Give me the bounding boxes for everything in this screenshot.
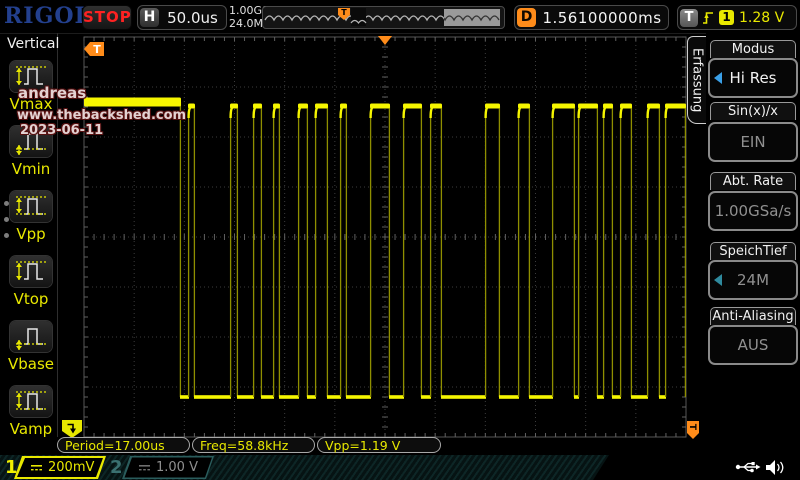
channel1-position-marker[interactable] <box>62 420 82 438</box>
menu-value-abt-rate: 1.00GSa/s <box>715 202 792 220</box>
channel1-scale-box[interactable]: 200mV <box>14 456 106 479</box>
measure-label-vpp: Vpp <box>4 225 58 243</box>
timebase-h-badge: H <box>140 8 159 27</box>
trigger-source-badge: 1 <box>719 10 734 25</box>
timebase-value: 50.0us <box>159 9 226 27</box>
channel2-scale-box[interactable]: 1.00 V <box>122 456 214 479</box>
dc-coupling-icon <box>138 462 151 474</box>
channel2-number[interactable]: 2 <box>110 457 123 478</box>
measurement-freq: Freq=58.8kHz <box>192 437 315 453</box>
measure-label-vbase: Vbase <box>4 355 58 373</box>
trigger-position-marker[interactable] <box>378 36 392 45</box>
measure-item-vamp[interactable] <box>10 386 52 417</box>
measure-item-vpp[interactable] <box>10 191 52 222</box>
measure-label-vtop: Vtop <box>4 290 58 308</box>
menu-value-speichtief: 24M <box>737 271 769 289</box>
trigger-level-marker[interactable]: T <box>687 421 699 439</box>
watermark-name: andreas <box>18 84 86 102</box>
channel2-scale: 1.00 V <box>156 460 198 475</box>
rising-edge-icon <box>701 9 715 26</box>
left-arrow-icon <box>714 72 722 84</box>
menu-header-modus: Modus <box>710 40 796 58</box>
menu-header-sinx: Sin(x)/x <box>710 102 796 120</box>
measurement-period: Period=17.00us <box>57 437 190 453</box>
menu-button-modus[interactable]: Hi Res <box>708 58 798 98</box>
usb-icon <box>735 460 761 474</box>
oscilloscope-screen: RIGOL STOP H 50.0us 1.00GSa/s 24.0M pts … <box>0 0 800 480</box>
menu-header-anti-aliasing: Anti-Aliasing <box>710 307 796 325</box>
rigol-logo: RIGOL <box>4 3 91 29</box>
sound-icon <box>765 459 785 476</box>
svg-text:T: T <box>687 424 697 431</box>
trigger-t-badge: T <box>680 9 698 27</box>
watermark-date: 2023-06-11 <box>20 123 103 138</box>
menu-button-abt-rate[interactable]: 1.00GSa/s <box>708 191 798 231</box>
menu-header-speichtief: SpeichTief <box>710 242 796 260</box>
menu-button-speichtief[interactable]: 24M <box>708 260 798 300</box>
menu-header-abt-rate: Abt. Rate <box>710 172 796 190</box>
horizontal-timebase-box[interactable]: H 50.0us <box>137 5 227 30</box>
channel1-scale: 200mV <box>48 460 94 475</box>
left-menu-title: Vertical <box>7 36 59 52</box>
measurement-vpp: Vpp=1.19 V <box>317 437 441 453</box>
top-status-bar: RIGOL STOP H 50.0us 1.00GSa/s 24.0M pts … <box>0 0 800 34</box>
measure-label-vmin: Vmin <box>4 160 58 178</box>
measure-item-vbase[interactable] <box>10 321 52 352</box>
watermark-url: www.thebackshed.com <box>17 108 186 123</box>
page-dot-3 <box>4 233 9 238</box>
memory-waveform-icon: T <box>263 7 502 28</box>
waveform-display: TT <box>58 33 700 455</box>
menu-value-anti-aliasing: AUS <box>738 336 769 354</box>
trigger-box[interactable]: T 1 1.28 V <box>677 5 797 30</box>
status-icon-area <box>593 455 800 480</box>
memory-trigger-marker[interactable]: T <box>338 8 350 20</box>
delay-box[interactable]: D 1.56100000ms <box>514 5 669 30</box>
left-arrow-icon <box>714 274 722 286</box>
menu-button-anti-aliasing[interactable]: AUS <box>708 325 798 365</box>
measure-item-vtop[interactable] <box>10 256 52 287</box>
menu-button-sinx[interactable]: EIN <box>708 122 798 162</box>
menu-value-sinx: EIN <box>740 133 765 151</box>
memory-position-bar[interactable]: T <box>262 6 505 29</box>
trigger-time-marker[interactable]: T <box>84 42 104 56</box>
trigger-level-value: 1.28 V <box>739 10 784 26</box>
menu-value-modus: Hi Res <box>729 69 776 87</box>
delay-value: 1.56100000ms <box>536 9 668 27</box>
svg-text:T: T <box>93 43 101 56</box>
delay-d-badge: D <box>517 8 536 27</box>
right-menu-panel: Modus Hi Res Sin(x)/x EIN Abt. Rate 1.00… <box>706 33 800 437</box>
measure-label-vamp: Vamp <box>4 420 58 438</box>
dc-coupling-icon <box>30 462 43 474</box>
menu-tab-erfassung[interactable]: Erfassung <box>687 36 706 124</box>
svg-text:T: T <box>341 8 347 17</box>
page-dot-2 <box>4 217 9 222</box>
channel-status-bar: 1 200mV 2 1.00 V <box>0 455 800 480</box>
run-state-indicator[interactable]: STOP <box>82 5 132 30</box>
page-dot-1 <box>4 201 9 206</box>
